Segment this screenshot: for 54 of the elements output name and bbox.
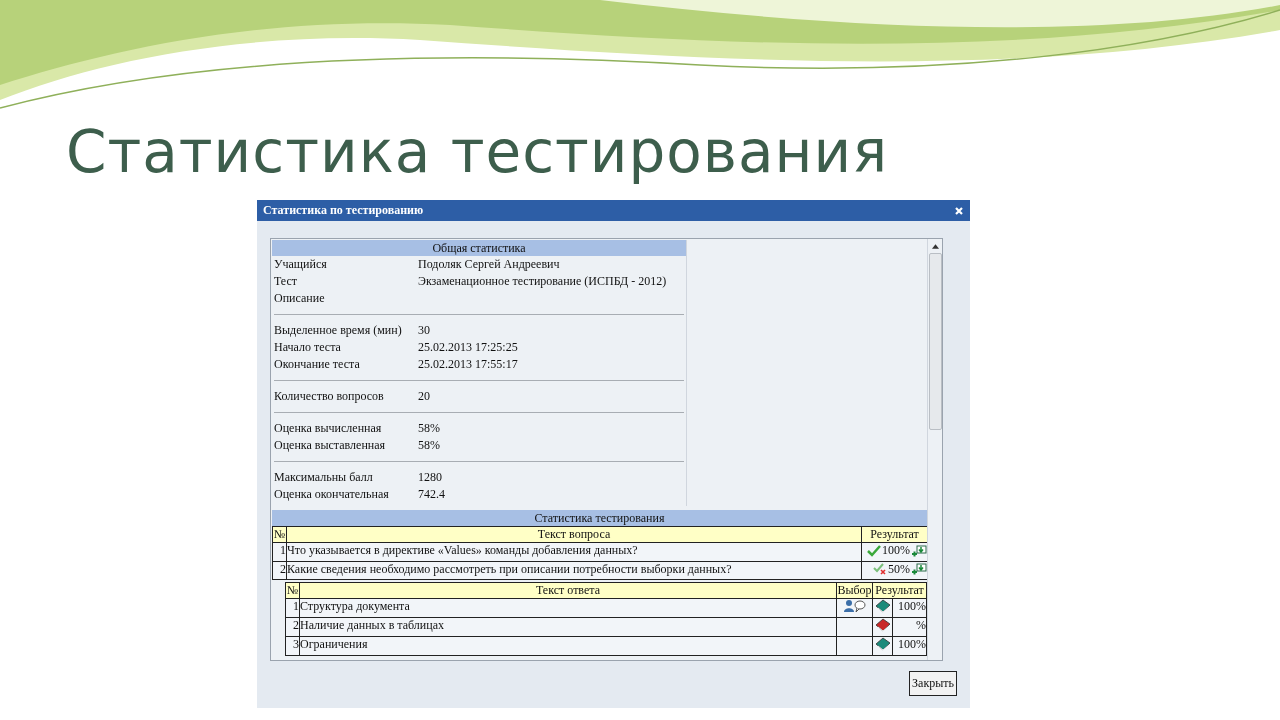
window-title: Статистика по тестированию <box>263 203 424 218</box>
table-cell: % <box>892 617 927 637</box>
table-cell: 2 <box>272 561 287 580</box>
field-value: 58% <box>418 420 440 437</box>
scrollbar-thumb[interactable] <box>928 253 942 430</box>
column-header: № <box>285 582 300 599</box>
table-cell: 1 <box>272 542 287 561</box>
table-cell: Структура документа <box>299 598 837 618</box>
table-cell: Какие сведения необходимо рассмотреть при описании потребности выборки данных? <box>286 561 862 580</box>
section-header: Статистика тестирования <box>272 510 927 526</box>
field-label: Начало теста <box>274 339 342 356</box>
field-label: Максимальны балл <box>274 469 374 486</box>
table-cell: 2 <box>285 617 300 637</box>
table-cell: Что указывается в директиве «Values» команды добавления данных? <box>286 542 862 561</box>
field-value: 25.02.2013 17:55:17 <box>418 356 518 373</box>
slide-title: Статистика тестирования <box>66 117 889 188</box>
result-value: 50% <box>888 561 910 577</box>
table-cell: 3 <box>285 636 300 656</box>
field-value: 1280 <box>418 469 442 486</box>
table-cell: 1 <box>285 598 300 618</box>
column-header: Выбор <box>836 582 873 599</box>
column-header: Текст вопроса <box>286 526 862 543</box>
field-label: Выделенное время (мин) <box>274 322 403 339</box>
column-header: Текст ответа <box>299 582 837 599</box>
table-cell: 100% <box>892 636 927 656</box>
field-value: 30 <box>418 322 430 339</box>
scroll-up-icon[interactable] <box>931 244 939 249</box>
field-value: 58% <box>418 437 440 454</box>
field-label: Количество вопросов <box>274 388 385 405</box>
column-header: Результат <box>872 582 927 599</box>
column-header: Результат <box>861 526 927 543</box>
field-label: Учащийся <box>274 256 328 273</box>
scrollbar[interactable] <box>927 239 942 660</box>
close-icon[interactable] <box>954 205 964 216</box>
expand-icon[interactable] <box>911 563 927 575</box>
field-value: 742.4 <box>418 486 445 503</box>
field-value: Экзаменационное тестирование (ИСПБД - 2012) <box>418 273 667 290</box>
field-label: Оценка вычисленная <box>274 420 383 437</box>
field-label: Тест <box>274 273 299 290</box>
field-value: 25.02.2013 17:25:25 <box>418 339 518 356</box>
field-label: Оценка выставленная <box>274 437 387 454</box>
field-value: 20 <box>418 388 430 405</box>
close-button[interactable]: Закрыть <box>909 671 957 696</box>
table-cell: 100% <box>892 598 927 618</box>
field-label: Оценка окончательная <box>274 486 390 503</box>
table-cell: Наличие данных в таблицах <box>299 617 837 637</box>
result-value: 100% <box>882 543 910 558</box>
section-header: Общая статистика <box>272 240 686 256</box>
field-value: Подоляк Сергей Андреевич <box>418 256 560 273</box>
field-label: Окончание теста <box>274 356 361 373</box>
table-cell: Ограничения <box>299 636 837 656</box>
field-label: Описание <box>274 290 326 307</box>
column-header: № <box>272 526 287 543</box>
expand-icon[interactable] <box>911 544 927 557</box>
